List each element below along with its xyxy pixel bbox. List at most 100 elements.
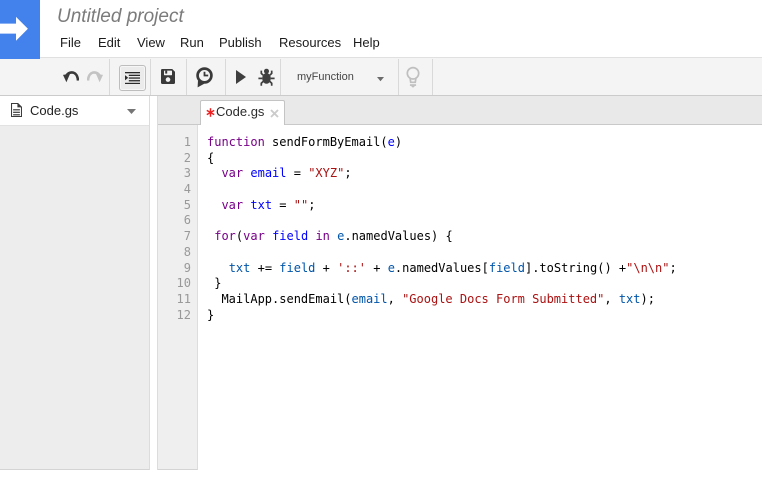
tab-bar: Code.gs <box>158 96 762 125</box>
save-button[interactable] <box>161 69 175 84</box>
history-icon <box>195 67 214 89</box>
code-token: .namedValues) { <box>344 229 452 243</box>
code-token: "Google Docs Form Submitted" <box>402 292 604 306</box>
code-token <box>207 166 221 180</box>
line-number: 11 <box>158 292 197 308</box>
code-token: ; <box>344 166 351 180</box>
code-token <box>207 198 221 212</box>
code-token: field <box>489 261 525 275</box>
line-number: 3 <box>158 166 197 182</box>
code-token: var <box>221 198 243 212</box>
menu-help[interactable]: Help <box>353 35 380 50</box>
code-line: txt += field + '::' + e.namedValues[fiel… <box>207 261 761 277</box>
toolbar-separator <box>109 59 110 95</box>
code-line: var email = "XYZ"; <box>207 166 761 182</box>
file-icon <box>11 103 22 117</box>
menu-view[interactable]: View <box>137 35 165 50</box>
code-token: "\n\n" <box>626 261 669 275</box>
toolbar-separator <box>432 59 433 95</box>
code-editor[interactable]: 123456789101112 function sendFormByEmail… <box>158 125 762 470</box>
code-token: field <box>272 229 308 243</box>
line-number: 1 <box>158 135 197 151</box>
code-token: MailApp.sendEmail( <box>207 292 352 306</box>
code-line: function sendFormByEmail(e) <box>207 135 761 151</box>
code-token: e <box>388 135 395 149</box>
code-token: txt <box>619 292 641 306</box>
code-token: field <box>279 261 315 275</box>
tab-label: Code.gs <box>216 104 264 119</box>
asterisk-icon <box>206 108 215 117</box>
file-menu-caret-icon[interactable] <box>127 109 136 114</box>
code-token: e <box>388 261 395 275</box>
code-line: for(var field in e.namedValues) { <box>207 229 761 245</box>
lightbulb-icon <box>405 66 421 89</box>
menu-file[interactable]: File <box>60 35 81 50</box>
code-line <box>207 182 761 198</box>
undo-icon <box>63 71 79 83</box>
redo-icon <box>87 71 103 83</box>
code-token <box>265 229 272 243</box>
save-icon <box>161 69 175 84</box>
editor-panel: Code.gs 123456789101112 function sendFor… <box>157 96 762 470</box>
code-token: email <box>250 166 286 180</box>
code-token: } <box>207 276 221 290</box>
code-line: var txt = ""; <box>207 198 761 214</box>
function-selector[interactable]: myFunction <box>281 58 396 95</box>
hint-button[interactable] <box>405 66 421 89</box>
run-icon <box>236 70 246 84</box>
files-sidebar: Code.gs <box>0 96 150 470</box>
arrow-icon <box>0 0 40 59</box>
menu-publish[interactable]: Publish <box>219 35 262 50</box>
chevron-down-icon <box>377 77 384 82</box>
code-token: , <box>604 292 618 306</box>
history-button[interactable] <box>195 67 214 89</box>
code-token: email <box>352 292 388 306</box>
code-token: } <box>207 308 214 322</box>
header: Untitled project File Edit View Run Publ… <box>0 0 762 57</box>
code-token: function <box>207 135 265 149</box>
code-token: sendFormByEmail( <box>265 135 388 149</box>
code-line: } <box>207 308 761 324</box>
code-token: .namedValues[ <box>395 261 489 275</box>
code-lines[interactable]: function sendFormByEmail(e){ var email =… <box>199 125 761 470</box>
toolbar: myFunction <box>0 57 762 96</box>
close-icon <box>270 109 279 118</box>
redo-button[interactable] <box>87 71 103 83</box>
tab-code-gs[interactable]: Code.gs <box>200 100 285 125</box>
line-number: 8 <box>158 245 197 261</box>
line-number: 9 <box>158 261 197 277</box>
code-token: ; <box>308 198 315 212</box>
code-line <box>207 245 761 261</box>
code-token: '::' <box>337 261 366 275</box>
code-token: { <box>207 151 214 165</box>
code-token: var <box>243 229 265 243</box>
code-token: , <box>388 292 402 306</box>
run-button[interactable] <box>236 70 246 84</box>
code-token: ].toString() + <box>525 261 626 275</box>
code-token: = <box>272 198 294 212</box>
undo-button[interactable] <box>63 71 79 83</box>
debug-button[interactable] <box>258 68 275 86</box>
menu-run[interactable]: Run <box>180 35 204 50</box>
menu-edit[interactable]: Edit <box>98 35 120 50</box>
code-token: "" <box>294 198 308 212</box>
code-token: ; <box>669 261 676 275</box>
tab-close-icon[interactable] <box>270 109 279 118</box>
menu-resources[interactable]: Resources <box>279 35 341 50</box>
code-line: } <box>207 276 761 292</box>
project-title[interactable]: Untitled project <box>57 6 184 28</box>
code-token: "XYZ" <box>308 166 344 180</box>
indent-icon <box>125 72 140 84</box>
line-number: 7 <box>158 229 197 245</box>
indent-button[interactable] <box>119 65 146 91</box>
line-number: 4 <box>158 182 197 198</box>
code-token: + <box>366 261 388 275</box>
code-token: ) <box>395 135 402 149</box>
code-token: for <box>214 229 236 243</box>
sidebar-item-code-gs[interactable]: Code.gs <box>0 96 149 126</box>
debug-icon <box>258 68 275 86</box>
toolbar-separator <box>225 59 226 95</box>
line-numbers: 123456789101112 <box>158 125 198 470</box>
code-token: txt <box>250 198 272 212</box>
unsaved-indicator <box>206 108 215 117</box>
